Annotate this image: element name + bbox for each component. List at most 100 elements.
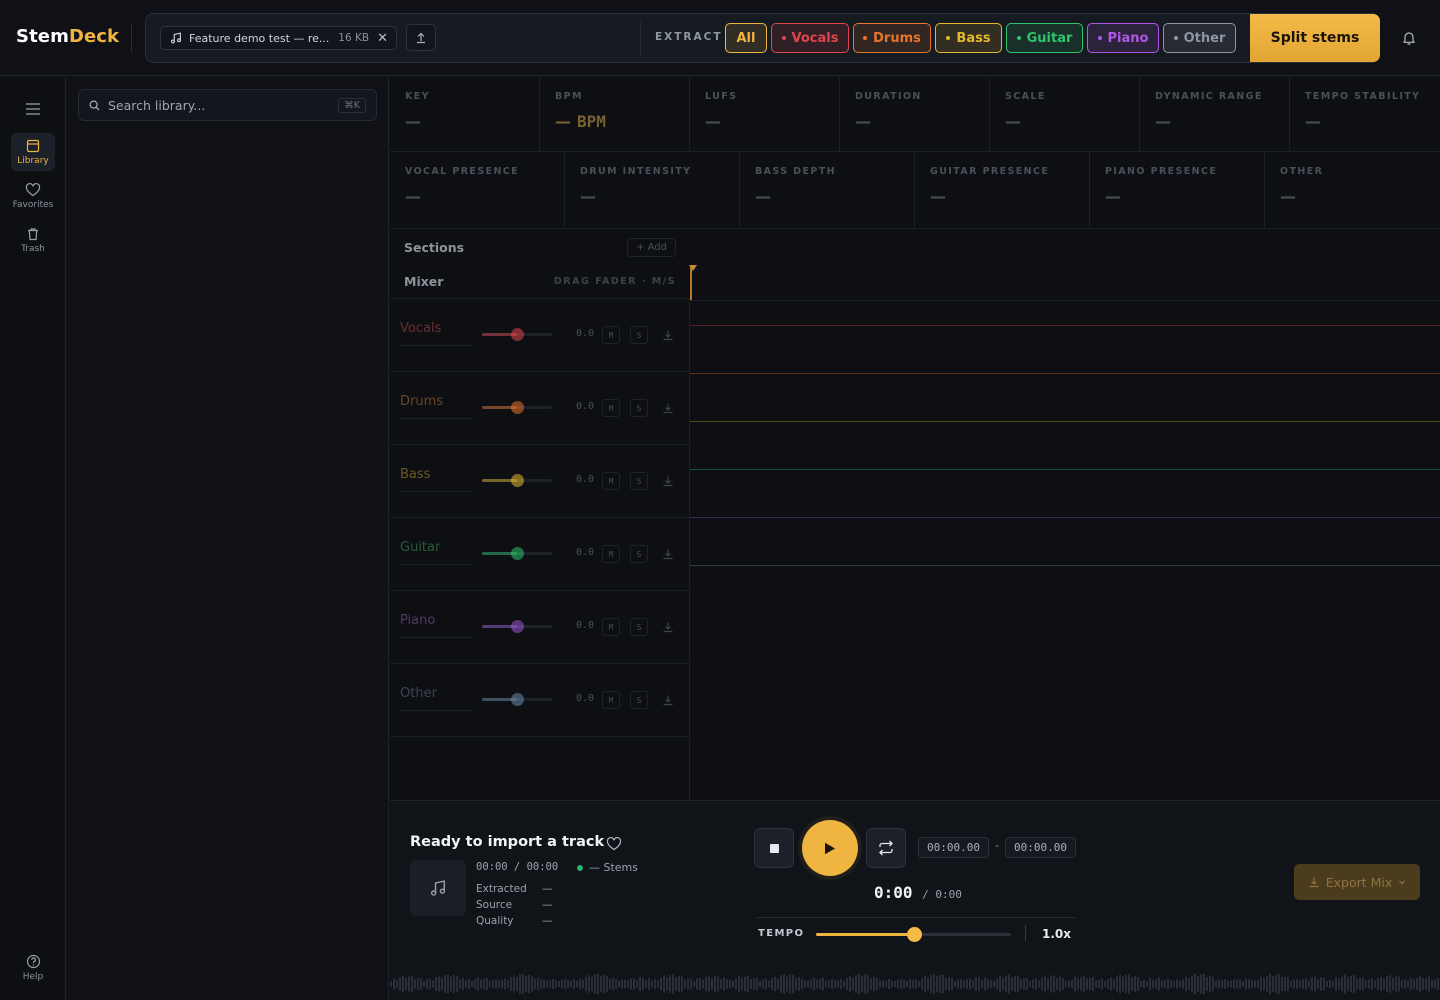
- track-underline: [400, 637, 472, 638]
- menu-icon[interactable]: [25, 103, 41, 115]
- music-note-icon: [430, 880, 446, 896]
- loop-button[interactable]: [866, 828, 906, 868]
- favorite-heart-icon[interactable]: [606, 836, 622, 852]
- mute-button[interactable]: M: [602, 618, 620, 636]
- fader-handle[interactable]: [511, 474, 524, 487]
- search-input[interactable]: [108, 97, 339, 113]
- volume-fader[interactable]: [482, 401, 552, 414]
- volume-fader[interactable]: [482, 693, 552, 706]
- search-icon: [89, 100, 100, 111]
- split-stems-button[interactable]: Split stems: [1250, 14, 1380, 62]
- mute-button[interactable]: M: [602, 472, 620, 490]
- tempo-value-divider: [1025, 925, 1026, 941]
- play-button[interactable]: [802, 820, 858, 876]
- library-panel: ⌘K: [66, 77, 389, 1000]
- track-underline: [400, 418, 472, 419]
- gain-value: 0.0: [576, 474, 595, 485]
- nav-favorites[interactable]: Favorites: [11, 177, 55, 215]
- stem-button-other[interactable]: Other: [1163, 23, 1236, 53]
- mute-button[interactable]: M: [602, 326, 620, 344]
- track-underline: [400, 710, 472, 711]
- meta-label: Extracted: [476, 883, 527, 895]
- solo-button[interactable]: S: [630, 472, 648, 490]
- track-underline: [400, 564, 472, 565]
- extract-toolbar: Feature demo test — re... 16 KB ✕ EXTRAC…: [145, 13, 1380, 63]
- download-icon[interactable]: [662, 402, 674, 414]
- add-section-button[interactable]: + Add: [627, 237, 676, 257]
- download-icon[interactable]: [662, 548, 674, 560]
- tempo-slider-handle[interactable]: [906, 927, 922, 942]
- close-icon[interactable]: ✕: [377, 31, 388, 46]
- file-chip[interactable]: Feature demo test — re... 16 KB ✕: [160, 26, 397, 50]
- stem-dot: [863, 36, 868, 40]
- volume-fader[interactable]: [482, 328, 552, 341]
- app-logo[interactable]: StemDeck: [16, 26, 119, 47]
- search-shortcut: ⌘K: [338, 97, 366, 113]
- solo-button[interactable]: S: [630, 545, 648, 563]
- metric-vocal-presence: VOCAL PRESENCE —: [390, 152, 565, 228]
- solo-button[interactable]: S: [630, 691, 648, 709]
- stem-button-bass[interactable]: Bass: [935, 23, 1002, 53]
- solo-button[interactable]: S: [630, 326, 648, 344]
- metric-label: PIANO PRESENCE: [1105, 166, 1218, 177]
- main-area: KEY — BPM — BPM LUFS — DURATION — SCALE — DYNA…: [390, 77, 1440, 800]
- fader-handle[interactable]: [511, 401, 524, 414]
- file-name: Feature demo test — re...: [189, 31, 330, 45]
- playhead-marker[interactable]: [689, 265, 697, 271]
- volume-fader[interactable]: [482, 620, 552, 633]
- loop-start-input[interactable]: 00:00.00: [918, 837, 989, 858]
- volume-fader[interactable]: [482, 547, 552, 560]
- lane-divider: [690, 325, 1440, 326]
- mixer-hint: DRAG FADER · M/S: [553, 276, 676, 287]
- fader-handle[interactable]: [511, 328, 524, 341]
- download-icon[interactable]: [662, 694, 674, 706]
- stem-button-all[interactable]: All: [725, 23, 767, 53]
- metric-label: BPM: [555, 91, 583, 102]
- heart-icon: [25, 182, 41, 196]
- download-icon[interactable]: [662, 329, 674, 341]
- album-art: [410, 860, 466, 916]
- fader-handle[interactable]: [511, 693, 524, 706]
- solo-button[interactable]: S: [630, 618, 648, 636]
- track-name: Bass: [400, 467, 431, 482]
- mixer-tracks: Vocals 0.0 M S Drums 0.0 M S Bass 0.0 M S Guitar 0.0 M…: [390, 299, 690, 800]
- mute-button[interactable]: M: [602, 691, 620, 709]
- metrics-row-2: VOCAL PRESENCE — DRUM INTENSITY — BASS DEP…: [390, 152, 1440, 229]
- overview-waveform[interactable]: [390, 967, 1440, 1000]
- fader-handle[interactable]: [511, 547, 524, 560]
- timeline[interactable]: [689, 229, 1440, 800]
- logo-divider: [131, 24, 132, 52]
- metric-guitar-presence: GUITAR PRESENCE —: [915, 152, 1090, 228]
- stem-button-drums[interactable]: Drums: [853, 23, 931, 53]
- download-icon: [1309, 877, 1319, 888]
- bpm-unit: BPM: [577, 112, 606, 131]
- solo-button[interactable]: S: [630, 399, 648, 417]
- stem-button-guitar[interactable]: Guitar: [1006, 23, 1083, 53]
- loop-end-input[interactable]: 00:00.00: [1005, 837, 1076, 858]
- lane-divider: [690, 373, 1440, 374]
- export-mix-button[interactable]: Export Mix: [1294, 864, 1420, 900]
- nav-trash[interactable]: Trash: [11, 221, 55, 259]
- mute-button[interactable]: M: [602, 399, 620, 417]
- metric-value: —: [405, 187, 421, 206]
- stem-button-vocals[interactable]: Vocals: [771, 23, 849, 53]
- metric-value: — BPM: [555, 112, 674, 131]
- download-icon[interactable]: [662, 621, 674, 633]
- bell-icon[interactable]: [1401, 30, 1417, 46]
- nav-library[interactable]: Library: [11, 133, 55, 171]
- upload-button[interactable]: [406, 24, 436, 51]
- volume-fader[interactable]: [482, 474, 552, 487]
- metric-value: —: [755, 187, 771, 206]
- mute-button[interactable]: M: [602, 545, 620, 563]
- tempo-slider[interactable]: [816, 927, 1011, 942]
- nav-label: Favorites: [12, 199, 54, 210]
- stop-button[interactable]: [754, 828, 794, 868]
- download-icon[interactable]: [662, 475, 674, 487]
- export-label: Export Mix: [1325, 874, 1393, 890]
- search-box[interactable]: ⌘K: [78, 89, 377, 121]
- stem-dot: [1016, 36, 1021, 40]
- nav-label: Trash: [21, 243, 45, 254]
- fader-handle[interactable]: [511, 620, 524, 633]
- stem-button-piano[interactable]: Piano: [1087, 23, 1159, 53]
- nav-help[interactable]: Help: [11, 949, 55, 987]
